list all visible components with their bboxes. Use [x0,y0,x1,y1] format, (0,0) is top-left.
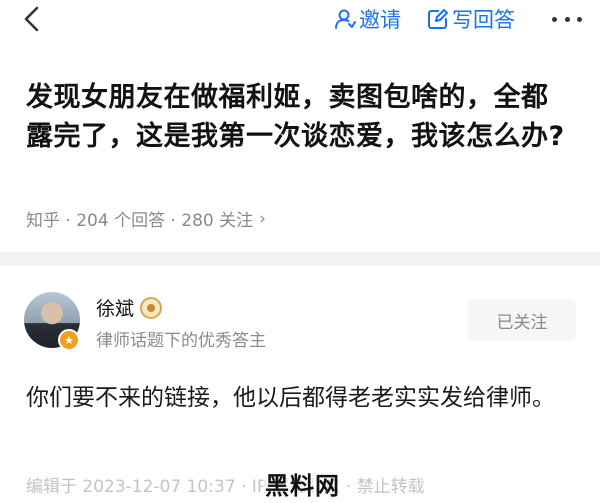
author-name-row[interactable]: 徐斌 [96,294,163,321]
write-answer-button[interactable]: 写回答 [427,6,515,32]
write-answer-label: 写回答 [452,8,515,32]
question-stats: 知乎 · 204 个回答 · 280 关注 [26,211,254,231]
back-arrow-icon [24,6,39,32]
answer-content[interactable]: 你们要不来的链接，他以后都得老老实实发给律师。 [26,378,574,418]
verified-badge-icon: ★ [58,329,80,351]
question-meta[interactable]: 知乎 · 204 个回答 · 280 关注 › [26,206,266,232]
author-name: 徐斌 [96,298,135,320]
back-button[interactable] [18,4,48,34]
certification-icon [140,296,163,319]
section-divider [0,252,600,266]
top-bar: 邀请 写回答 [0,0,600,40]
edit-icon [428,9,448,29]
invite-button[interactable]: 邀请 [334,6,401,32]
question-title[interactable]: 发现女朋友在做福利姬，卖图包啥的，全都露完了，这是我第一次谈恋爱，我该怎么办? [26,78,574,156]
watermark: 黑料网 [263,466,342,501]
invite-label: 邀请 [359,8,401,32]
author-description: 律师话题下的优秀答主 [96,331,266,351]
chevron-right-icon: › [259,208,266,229]
follow-button[interactable]: 已关注 [468,299,576,341]
answer-meta: 编辑于 2023-12-07 10:37 · IP 属地北京 · 禁止转载 [26,477,425,497]
more-options-icon[interactable] [552,8,582,30]
person-add-icon [335,9,356,29]
